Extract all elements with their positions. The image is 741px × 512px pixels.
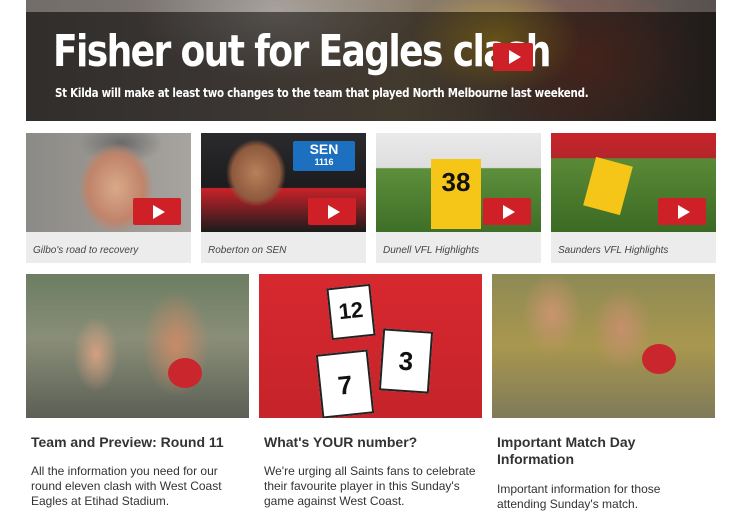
sen-logo-frequency: 1116 bbox=[314, 157, 334, 167]
feature-title[interactable]: What's YOUR number? bbox=[264, 434, 484, 451]
hero-title[interactable]: Fisher out for Eagles clash bbox=[53, 26, 551, 77]
video-tile[interactable]: 38 Dunell VFL Highlights bbox=[376, 133, 541, 263]
play-icon[interactable] bbox=[493, 43, 533, 71]
play-icon[interactable] bbox=[133, 198, 181, 225]
feature-text: Important information for those attendin… bbox=[497, 482, 661, 511]
video-caption[interactable]: Gilbo's road to recovery bbox=[33, 245, 138, 256]
guernsey-number: 38 bbox=[441, 167, 471, 197]
play-icon[interactable] bbox=[483, 198, 531, 225]
number-sign: 12 bbox=[326, 283, 376, 341]
guernsey bbox=[583, 156, 633, 216]
video-caption[interactable]: Roberton on SEN bbox=[208, 245, 286, 256]
play-icon[interactable] bbox=[308, 198, 356, 225]
sen-logo-text: SEN bbox=[309, 141, 339, 157]
sen-logo: SEN 1116 bbox=[293, 141, 355, 171]
feature-image[interactable] bbox=[492, 274, 715, 418]
guernsey: 38 bbox=[431, 159, 481, 229]
hero-image-top bbox=[26, 0, 716, 12]
video-caption[interactable]: Dunell VFL Highlights bbox=[383, 245, 479, 256]
football bbox=[642, 344, 676, 374]
hero-banner[interactable]: Fisher out for Eagles clash St Kilda wil… bbox=[26, 0, 716, 121]
video-tile[interactable]: SEN 1116 Roberton on SEN bbox=[201, 133, 366, 263]
feature-text: We're urging all Saints fans to celebrat… bbox=[264, 464, 476, 508]
video-tile[interactable]: Saunders VFL Highlights bbox=[551, 133, 716, 263]
football bbox=[168, 358, 202, 388]
feature-title[interactable]: Team and Preview: Round 11 bbox=[31, 434, 251, 451]
feature-title[interactable]: Important Match Day Information bbox=[497, 434, 677, 468]
video-tile[interactable]: Gilbo's road to recovery bbox=[26, 133, 191, 263]
play-icon[interactable] bbox=[658, 198, 706, 225]
feature-image[interactable]: 12 3 7 bbox=[259, 274, 482, 418]
hero-subtitle: St Kilda will make at least two changes … bbox=[55, 86, 589, 100]
number-sign: 7 bbox=[315, 349, 375, 418]
feature-image[interactable] bbox=[26, 274, 249, 418]
video-caption[interactable]: Saunders VFL Highlights bbox=[558, 245, 668, 256]
feature-text: All the information you need for our rou… bbox=[31, 464, 222, 508]
number-sign: 3 bbox=[378, 328, 434, 394]
